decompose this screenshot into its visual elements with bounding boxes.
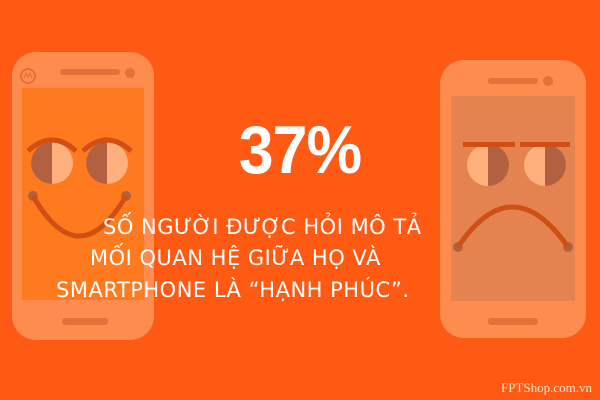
illustration bbox=[12, 52, 586, 340]
sad-phone-icon bbox=[440, 60, 586, 338]
caption-line-2: MỐI QUAN HỆ GIỮA HỌ VÀ bbox=[90, 246, 381, 270]
watermark: FPTShop.com.vn bbox=[500, 380, 592, 395]
caption-line-3: SMARTPHONE LÀ “HẠNH PHÚC”. bbox=[56, 278, 410, 302]
caption-line-1: SỐ NGƯỜI ĐƯỢC HỎI MÔ TẢ bbox=[103, 215, 422, 239]
headline-percent: 37% bbox=[238, 112, 362, 188]
